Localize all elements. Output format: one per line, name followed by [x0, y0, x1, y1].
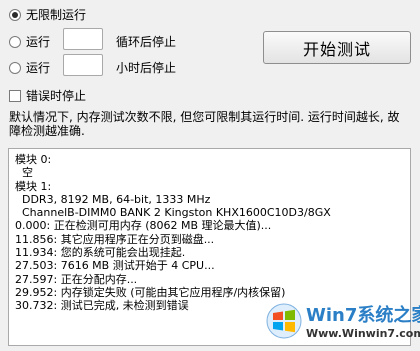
option-stop-on-error[interactable]: 错误时停止: [9, 87, 86, 104]
unlimited-label: 无限制运行: [26, 8, 87, 22]
log-line: 空: [15, 166, 33, 180]
unlimited-radio[interactable]: [9, 8, 21, 21]
watermark-title: Win7系统之家: [306, 305, 420, 326]
hours-count-input[interactable]: [63, 54, 103, 76]
log-line: 模块 0:: [15, 153, 52, 166]
loops-count-input[interactable]: [63, 28, 103, 50]
start-test-button[interactable]: 开始测试: [263, 31, 411, 64]
watermark-url: Www.Winwin7.com: [306, 327, 420, 340]
option-unlimited[interactable]: 无限制运行: [9, 6, 86, 23]
log-line: DDR3, 8192 MB, 64-bit, 1333 MHz: [15, 192, 211, 206]
loops-suffix: 循环后停止: [116, 35, 177, 49]
hours-run-label: 运行: [26, 61, 51, 75]
loops-run-label: 运行: [26, 35, 51, 49]
stop-on-error-label: 错误时停止: [26, 89, 87, 103]
log-line: 模块 1:: [15, 179, 52, 193]
option-loops[interactable]: 运行: [9, 33, 50, 50]
log-line: 27.597: 正在分配内存...: [15, 272, 138, 286]
hours-suffix: 小时后停止: [116, 61, 177, 75]
stop-on-error-checkbox[interactable]: [9, 89, 21, 102]
log-line: 11.856: 其它应用程序正在分页到磁盘...: [15, 232, 215, 246]
option-hours[interactable]: 运行: [9, 59, 50, 76]
log-line: 0.000: 正在检测可用内存 (8062 MB 理论最大值)...: [15, 219, 272, 233]
windows-logo-icon: [266, 303, 302, 339]
watermark: Win7系统之家 Www.Winwin7.com: [266, 297, 420, 349]
log-line: 27.503: 7616 MB 测试开始于 4 CPU...: [15, 259, 215, 273]
hours-radio[interactable]: [9, 61, 21, 74]
log-line: 11.934: 您的系统可能会出现挂起.: [15, 246, 186, 260]
info-text: 默认情况下, 内存测试次数不限, 但您可限制其运行时间. 运行时间越长, 故障检…: [9, 110, 400, 138]
log-line: ChannelB-DIMM0 BANK 2 Kingston KHX1600C1…: [15, 206, 331, 220]
loops-radio[interactable]: [9, 35, 21, 48]
